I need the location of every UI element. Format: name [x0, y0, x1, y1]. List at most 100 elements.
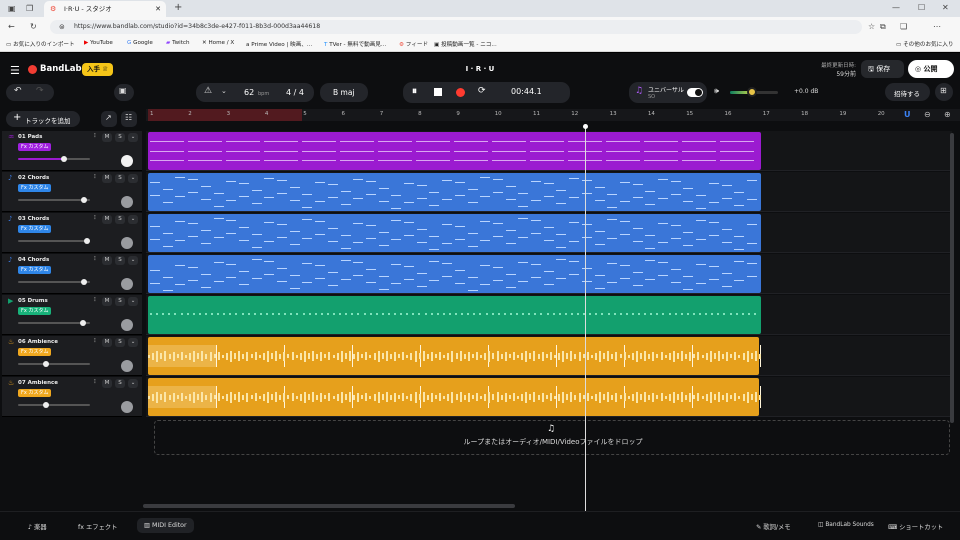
mute-button[interactable]: M: [102, 338, 112, 347]
instrument-tab[interactable]: ♪ 楽器: [28, 522, 47, 531]
track-header[interactable]: ♨ 06 Ambience Fx カスタム ⋮ M S ⌄: [2, 336, 142, 376]
track-volume-knob[interactable]: [81, 279, 88, 285]
chevron-down-icon[interactable]: ⌄: [221, 87, 227, 95]
bookmark-google[interactable]: G Google: [127, 40, 153, 46]
playhead[interactable]: [585, 125, 586, 511]
gift-button[interactable]: ⊞: [935, 83, 953, 101]
redo-icon[interactable]: ↷: [36, 86, 44, 96]
loop-region[interactable]: [148, 109, 302, 121]
track-volume-slider[interactable]: [18, 238, 90, 244]
mute-button[interactable]: M: [102, 133, 112, 142]
minimize-icon[interactable]: —: [892, 3, 900, 13]
track-header[interactable]: ♪ 03 Chords Fx カスタム ⋮ M S ⌄: [2, 213, 142, 253]
bookmark-youtube[interactable]: ▶ YouTube: [84, 40, 113, 46]
zoom-out-icon[interactable]: ⊖: [924, 110, 931, 119]
more-menu-icon[interactable]: ⋯: [933, 22, 941, 32]
track-clip[interactable]: [148, 132, 761, 170]
collections-icon[interactable]: ❏: [900, 22, 907, 32]
solo-button[interactable]: S: [115, 338, 125, 347]
solo-button[interactable]: S: [115, 133, 125, 142]
split-screen-icon[interactable]: ⧉: [880, 22, 886, 32]
track-fx-badge[interactable]: Fx カスタム: [18, 389, 52, 397]
snap-magnet-icon[interactable]: U: [904, 110, 911, 119]
mute-button[interactable]: M: [102, 379, 112, 388]
track-volume-knob[interactable]: [84, 238, 90, 244]
maximize-icon[interactable]: ☐: [918, 3, 925, 13]
solo-button[interactable]: S: [115, 297, 125, 306]
track-fx-badge[interactable]: Fx カスタム: [18, 143, 52, 151]
track-volume-knob[interactable]: [43, 361, 50, 367]
metronome-icon[interactable]: ⚠: [204, 86, 212, 96]
shortcuts-button[interactable]: ⌨ ショートカット: [888, 522, 943, 531]
back-icon[interactable]: ←: [8, 22, 15, 32]
track-more-icon[interactable]: ⋮: [92, 379, 98, 385]
track-fx-badge[interactable]: Fx カスタム: [18, 266, 52, 274]
close-window-icon[interactable]: ✕: [942, 3, 949, 13]
bookmark-feed[interactable]: ⚙ フィード: [399, 40, 428, 48]
track-pan-dial[interactable]: [121, 401, 133, 413]
workspaces-icon[interactable]: ▣: [8, 4, 16, 14]
expand-chevron-icon[interactable]: ⌄: [128, 379, 138, 388]
track-pan-dial[interactable]: [121, 237, 133, 249]
track-volume-slider[interactable]: [18, 197, 90, 203]
playhead-handle[interactable]: [583, 124, 588, 129]
expand-chevron-icon[interactable]: ⌄: [128, 338, 138, 347]
save-button[interactable]: 🖫 保存: [861, 60, 904, 78]
track-more-icon[interactable]: ⋮: [92, 297, 98, 303]
track-name[interactable]: 01 Pads: [18, 134, 42, 140]
track-fx-badge[interactable]: Fx カスタム: [18, 307, 52, 315]
mute-button[interactable]: M: [102, 297, 112, 306]
track-volume-slider[interactable]: [18, 156, 90, 162]
solo-button[interactable]: S: [115, 379, 125, 388]
track-name[interactable]: 04 Chords: [18, 257, 49, 263]
vertical-scrollbar[interactable]: [950, 133, 954, 423]
track-more-icon[interactable]: ⋮: [92, 133, 98, 139]
bpm-value[interactable]: 62: [244, 88, 254, 97]
track-volume-slider[interactable]: [18, 402, 90, 408]
site-info-icon[interactable]: ⊜: [59, 20, 65, 34]
expand-chevron-icon[interactable]: ⌄: [128, 256, 138, 265]
view-toggle-button[interactable]: ▣: [114, 84, 134, 101]
track-clip[interactable]: [148, 255, 761, 293]
effects-tab[interactable]: fx エフェクト: [78, 522, 117, 531]
track-pan-dial[interactable]: [121, 155, 133, 167]
track-header[interactable]: ♪ 04 Chords Fx カスタム ⋮ M S ⌄: [2, 254, 142, 294]
expand-chevron-icon[interactable]: ⌄: [128, 133, 138, 142]
new-tab-icon[interactable]: +: [174, 3, 182, 13]
automation-button[interactable]: ↗: [101, 111, 117, 127]
track-volume-slider[interactable]: [18, 320, 90, 326]
master-volume-slider[interactable]: [730, 87, 778, 97]
bookmark-twitch[interactable]: ▰ Twitch: [166, 40, 190, 46]
publish-button[interactable]: ◎ 公開: [908, 60, 954, 78]
mute-button[interactable]: M: [102, 256, 112, 265]
refresh-icon[interactable]: ↻: [30, 22, 37, 32]
track-name[interactable]: 02 Chords: [18, 175, 49, 181]
track-header[interactable]: ▶ 05 Drums Fx カスタム ⋮ M S ⌄: [2, 295, 142, 335]
universal-toggle[interactable]: [687, 88, 703, 97]
expand-chevron-icon[interactable]: ⌄: [128, 297, 138, 306]
bookmark-niconico[interactable]: ▣ 投稿動画一覧 - ニコ...: [434, 40, 497, 48]
track-fx-badge[interactable]: Fx カスタム: [18, 348, 52, 356]
track-header[interactable]: ♨ 07 Ambience Fx カスタム ⋮ M S ⌄: [2, 377, 142, 417]
track-name[interactable]: 06 Ambience: [18, 339, 58, 345]
bookmark-prime-video[interactable]: a Prime Video | 映画、...: [246, 40, 312, 48]
undo-icon[interactable]: ↶: [14, 86, 22, 96]
track-pan-dial[interactable]: [121, 319, 133, 331]
horizontal-scrollbar[interactable]: [143, 504, 515, 508]
expand-chevron-icon[interactable]: ⌄: [128, 174, 138, 183]
track-clip[interactable]: [148, 378, 761, 416]
track-name[interactable]: 03 Chords: [18, 216, 49, 222]
time-signature[interactable]: 4 / 4: [286, 88, 304, 97]
track-clip[interactable]: [148, 296, 761, 334]
favorite-star-icon[interactable]: ☆: [868, 22, 875, 32]
pause-icon[interactable]: ⏸: [412, 86, 417, 97]
midi-editor-tab[interactable]: ▥ MIDI Editor: [137, 518, 194, 533]
track-pan-dial[interactable]: [121, 360, 133, 372]
track-settings-button[interactable]: ☷: [121, 111, 137, 127]
record-icon[interactable]: [456, 88, 465, 97]
tab-actions-icon[interactable]: ❐: [26, 4, 33, 14]
bookmark-import[interactable]: ▭ お気に入りのインポート: [6, 40, 75, 48]
other-bookmarks[interactable]: ▭ その他のお気に入り: [896, 40, 953, 48]
zoom-in-icon[interactable]: ⊕: [944, 110, 951, 119]
track-volume-knob[interactable]: [80, 320, 87, 326]
